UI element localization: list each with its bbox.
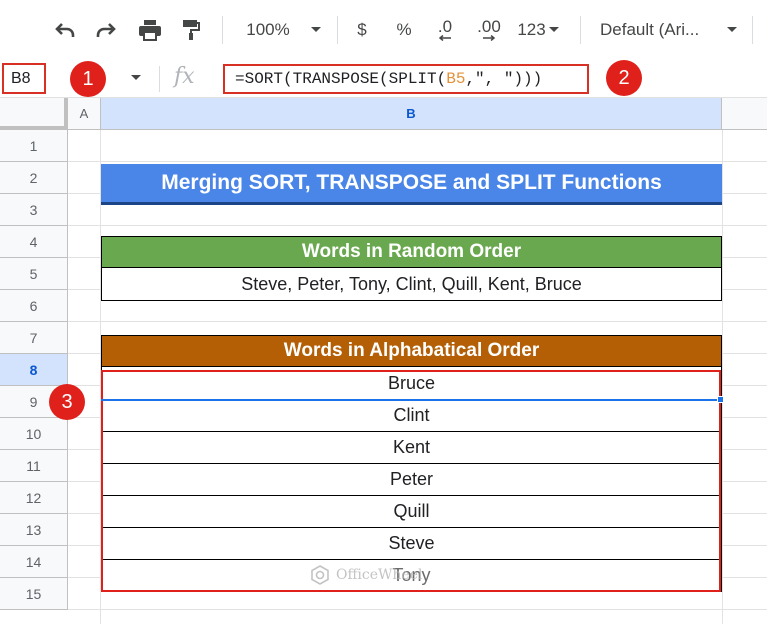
formula-input[interactable]: =SORT(TRANSPOSE(SPLIT(B5 ,", "))) bbox=[223, 64, 589, 94]
column-header-a[interactable]: A bbox=[68, 98, 101, 130]
undo-icon[interactable] bbox=[50, 14, 80, 46]
select-all-corner[interactable] bbox=[0, 98, 68, 130]
formula-suffix: ,", "))) bbox=[465, 70, 543, 88]
toolbar-divider bbox=[222, 16, 223, 44]
row-header-3[interactable]: 3 bbox=[0, 194, 68, 226]
random-order-value[interactable]: Steve, Peter, Tony, Clint, Quill, Kent, … bbox=[101, 268, 722, 301]
watermark-logo-icon bbox=[311, 565, 329, 585]
toolbar-divider bbox=[752, 16, 753, 44]
fill-handle[interactable] bbox=[717, 396, 724, 403]
column-header-c[interactable] bbox=[722, 98, 767, 130]
step-badge-1: 1 bbox=[70, 61, 106, 97]
row-header-14[interactable]: 14 bbox=[0, 546, 68, 578]
row-header-12[interactable]: 12 bbox=[0, 482, 68, 514]
toolbar-divider bbox=[580, 16, 581, 44]
font-dropdown-icon[interactable] bbox=[722, 14, 742, 46]
number-format-label: 123 bbox=[517, 20, 546, 39]
title-cell[interactable]: Merging SORT, TRANSPOSE and SPLIT Functi… bbox=[101, 164, 722, 205]
formula-prefix: =SORT(TRANSPOSE(SPLIT( bbox=[235, 70, 447, 88]
increase-decimal-button[interactable]: .00 bbox=[471, 14, 507, 46]
active-cell-border bbox=[101, 399, 721, 401]
percent-label: % bbox=[396, 20, 412, 39]
percent-format-button[interactable]: % bbox=[392, 14, 416, 46]
step-badge-3: 3 bbox=[49, 384, 85, 420]
row-header-4[interactable]: 4 bbox=[0, 226, 68, 258]
gridline bbox=[68, 161, 767, 162]
watermark-text: OfficeWheel bbox=[336, 567, 423, 583]
row-header-10[interactable]: 10 bbox=[0, 418, 68, 450]
currency-label: $ bbox=[357, 20, 367, 39]
zoom-dropdown-icon[interactable] bbox=[306, 14, 326, 46]
print-icon[interactable] bbox=[134, 14, 166, 46]
toolbar-divider bbox=[337, 16, 338, 44]
increase-decimal-label: .00 bbox=[477, 17, 501, 36]
formula-bar: B8 fx =SORT(TRANSPOSE(SPLIT(B5 ,", "))) bbox=[0, 60, 767, 98]
row-header-5[interactable]: 5 bbox=[0, 258, 68, 290]
step-badge-2: 2 bbox=[606, 60, 642, 96]
row-header-8[interactable]: 8 bbox=[0, 354, 68, 386]
redo-icon[interactable] bbox=[91, 14, 121, 46]
formula-cell-reference: B5 bbox=[446, 70, 466, 88]
number-format-select[interactable]: 123 bbox=[514, 14, 562, 46]
result-highlight-box bbox=[101, 370, 721, 592]
name-box[interactable]: B8 bbox=[2, 63, 46, 94]
row-header-11[interactable]: 11 bbox=[0, 450, 68, 482]
sheet-grid[interactable]: A B 1 2 3 4 5 6 7 8 9 10 11 12 13 14 15 Merging SORT, … bbox=[0, 98, 767, 624]
formula-bar-divider bbox=[159, 66, 160, 92]
row-header-15[interactable]: 15 bbox=[0, 578, 68, 610]
row-header-6[interactable]: 6 bbox=[0, 290, 68, 322]
arrow-left-icon bbox=[438, 35, 451, 41]
row-header-13[interactable]: 13 bbox=[0, 514, 68, 546]
gridline bbox=[68, 609, 767, 610]
chevron-down-icon bbox=[548, 27, 559, 32]
row-header-2[interactable]: 2 bbox=[0, 162, 68, 194]
random-order-header[interactable]: Words in Random Order bbox=[101, 236, 722, 268]
zoom-select[interactable]: 100% bbox=[240, 14, 296, 46]
font-family-select[interactable]: Default (Ari... bbox=[600, 14, 712, 46]
gridline bbox=[722, 130, 723, 624]
zoom-value: 100% bbox=[246, 20, 290, 39]
font-family-label: Default (Ari... bbox=[600, 20, 700, 39]
gridline bbox=[68, 225, 767, 226]
row-header-7[interactable]: 7 bbox=[0, 322, 68, 354]
arrow-right-icon bbox=[483, 35, 496, 41]
alphabetical-order-header[interactable]: Words in Alphabatical Order bbox=[101, 335, 722, 367]
fx-icon: fx bbox=[174, 64, 195, 89]
decrease-decimal-label: .0 bbox=[437, 17, 453, 36]
currency-format-button[interactable]: $ bbox=[350, 14, 374, 46]
row-header-1[interactable]: 1 bbox=[0, 130, 68, 162]
name-box-dropdown-icon[interactable] bbox=[130, 70, 142, 89]
gridline bbox=[68, 321, 767, 322]
paint-format-icon[interactable] bbox=[176, 14, 206, 46]
column-header-b[interactable]: B bbox=[101, 98, 722, 130]
toolbar: 100% $ % .0 .00 123 Default (Ari... bbox=[0, 0, 767, 60]
decrease-decimal-button[interactable]: .0 bbox=[430, 14, 460, 46]
watermark: OfficeWheel bbox=[310, 565, 422, 585]
